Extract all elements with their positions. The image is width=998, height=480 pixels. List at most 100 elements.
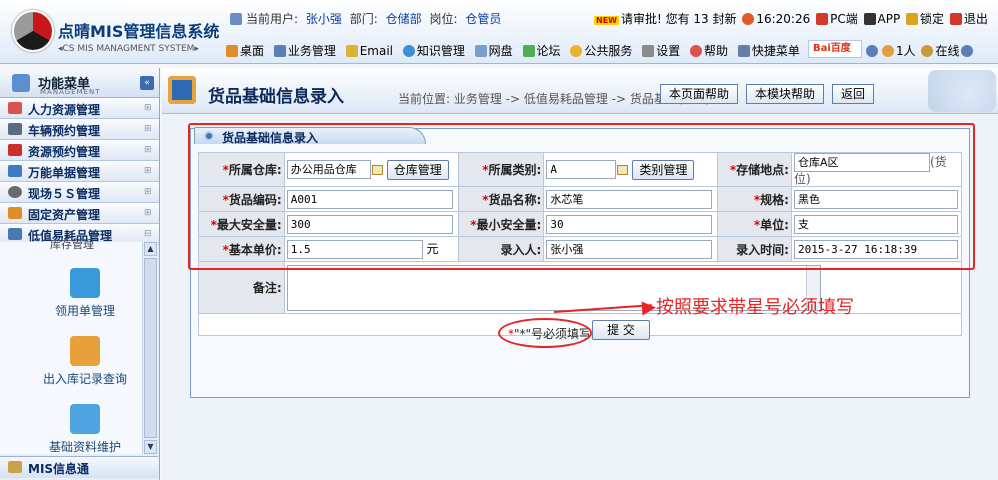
sidebar-header: 功能菜单 MANAGEMENT « <box>0 68 159 98</box>
sidebar-mis-bar[interactable]: MIS信息通 <box>0 456 158 478</box>
cubes-icon <box>70 336 100 366</box>
back-button[interactable]: 返回 <box>832 84 875 104</box>
sidebar-item-label: 固定资产管理 <box>28 208 101 222</box>
page-icon <box>168 76 196 104</box>
car-icon <box>8 123 22 135</box>
top-status-bar: NEW 请审批! 您有 13 封新 16:20:26 PC端 APP 锁定 退出 <box>594 10 988 27</box>
position-value: 仓管员 <box>465 12 502 26</box>
online-status: 1人 在线 <box>864 42 975 59</box>
collapse-sidebar-button[interactable]: « <box>140 76 154 90</box>
scroll-down-icon[interactable]: ▼ <box>144 440 157 454</box>
logo-icon <box>12 10 54 52</box>
exit-icon <box>949 13 962 25</box>
app-subtitle: ◂CS MIS MANAGMENT SYSTEM▸ <box>58 44 199 54</box>
current-user: 张小强 <box>305 12 342 26</box>
expand-icon: ⊞ <box>144 187 152 197</box>
lock-button[interactable]: 锁定 <box>920 12 944 26</box>
clock-icon <box>742 13 755 25</box>
app-link[interactable]: APP <box>878 12 901 26</box>
clock-time: 16:20:26 <box>756 12 811 26</box>
sidebar-item-fixed-assets[interactable]: 固定资产管理 ⊞ <box>0 203 159 224</box>
sidebar: 功能菜单 MANAGEMENT « 人力资源管理 ⊞ 车辆预约管理 ⊞ 资源预约… <box>0 68 160 480</box>
sidebar-item-resource[interactable]: 资源预约管理 ⊞ <box>0 140 159 161</box>
sidebar-item-documents[interactable]: 万能单据管理 ⊞ <box>0 161 159 182</box>
nav-shortcut[interactable]: 快捷菜单 <box>736 44 800 58</box>
cube-pencil-icon <box>70 404 100 434</box>
expand-icon: ⊞ <box>144 103 152 113</box>
sidebar-item-vehicle[interactable]: 车辆预约管理 ⊞ <box>0 119 159 140</box>
netdisk-icon <box>474 45 487 57</box>
search-icon[interactable] <box>866 45 878 57</box>
resource-icon <box>8 144 22 156</box>
sidebar-subpanel: 库存管理 领用单管理 出入库记录查询 基础资料维护 ▲ ▼ <box>0 238 158 455</box>
nav-business[interactable]: 业务管理 <box>272 44 336 58</box>
sidebar-item-hr[interactable]: 人力资源管理 ⊞ <box>0 98 159 119</box>
email-icon <box>345 45 358 57</box>
expand-icon: ⊞ <box>144 208 152 218</box>
user-info-bar: 当前用户: 张小强 部门: 仓储部 岗位: 仓管员 <box>228 10 505 26</box>
main-content: 货品基础信息录入 当前位置: 业务管理 -> 低值易耗品管理 -> 货品基础信息… <box>162 68 998 480</box>
tool-basic-data[interactable]: 基础资料维护 <box>20 404 150 455</box>
nav-desktop[interactable]: 桌面 <box>224 44 264 58</box>
annotation-oval <box>498 318 592 348</box>
page-title: 货品基础信息录入 <box>208 87 344 107</box>
sidebar-subtitle: MANAGEMENT <box>40 88 101 96</box>
chevron-down-icon[interactable] <box>961 45 974 57</box>
requisition-icon <box>70 268 100 298</box>
mis-icon <box>8 461 22 473</box>
nav-public-service[interactable]: 公共服务 <box>568 44 632 58</box>
page-help-button[interactable]: 本页面帮助 <box>660 84 739 104</box>
help-icon <box>690 45 703 57</box>
tool-requisition[interactable]: 领用单管理 <box>20 268 150 319</box>
nav-email[interactable]: Email <box>344 44 393 58</box>
module-help-button[interactable]: 本模块帮助 <box>746 84 825 104</box>
subpanel-scrollbar[interactable]: ▲ ▼ <box>142 242 158 454</box>
hr-icon <box>8 102 22 114</box>
sidebar-item-label: 万能单据管理 <box>28 166 101 180</box>
sidebar-item-label: 现场５Ｓ管理 <box>28 187 101 201</box>
mis-label: MIS信息通 <box>28 462 90 476</box>
sidebar-item-label: 资源预约管理 <box>28 145 101 159</box>
app-logo: 点晴MIS管理信息系统 ◂CS MIS MANAGMENT SYSTEM▸ <box>6 6 220 60</box>
tool-inout-records[interactable]: 出入库记录查询 <box>20 336 150 387</box>
sidebar-item-label: 车辆预约管理 <box>28 124 101 138</box>
submit-button[interactable]: 提 交 <box>592 320 650 340</box>
lock-icon <box>906 13 919 25</box>
position-label: 岗位: <box>429 12 458 26</box>
forum-icon <box>522 45 535 57</box>
desktop-icon <box>226 45 238 57</box>
tool-label: 出入库记录查询 <box>42 372 127 386</box>
sidebar-item-5s[interactable]: 现场５Ｓ管理 ⊞ <box>0 182 159 203</box>
business-icon <box>273 45 286 57</box>
nav-netdisk[interactable]: 网盘 <box>473 44 513 58</box>
collapse-icon: ⊟ <box>144 229 152 239</box>
sidebar-item-label: 人力资源管理 <box>28 103 101 117</box>
scroll-thumb[interactable] <box>144 258 157 438</box>
dept-value: 仓储部 <box>385 12 422 26</box>
knowledge-icon <box>402 45 415 57</box>
nav-help[interactable]: 帮助 <box>688 44 728 58</box>
nav-settings[interactable]: 设置 <box>640 44 680 58</box>
nav-knowledge[interactable]: 知识管理 <box>401 44 465 58</box>
pc-icon <box>816 13 829 25</box>
online-label[interactable]: 在线 <box>935 44 959 58</box>
dept-label: 部门: <box>349 12 378 26</box>
public-service-icon <box>570 45 583 57</box>
pc-link[interactable]: PC端 <box>830 12 858 26</box>
users-icon <box>882 45 894 57</box>
exit-button[interactable]: 退出 <box>964 12 988 26</box>
pending-approval-link[interactable]: 请审批! 您有 13 封新 <box>621 12 737 26</box>
new-badge: NEW <box>594 16 619 25</box>
expand-icon: ⊞ <box>144 166 152 176</box>
baidu-search-box[interactable]: Bai百度 <box>808 40 862 58</box>
app-header: 点晴MIS管理信息系统 ◂CS MIS MANAGMENT SYSTEM▸ 当前… <box>0 0 998 64</box>
top-nav: 桌面 业务管理 Email 知识管理 网盘 论坛 公共服务 设置 帮助 快捷菜单 <box>224 42 804 59</box>
app-title: 点晴MIS管理信息系统 <box>58 22 220 41</box>
handshake-image <box>928 70 996 112</box>
current-user-label: 当前用户: <box>246 12 299 26</box>
page-title-bar: 货品基础信息录入 当前位置: 业务管理 -> 低值易耗品管理 -> 货品基础信息… <box>162 68 998 114</box>
expand-icon: ⊞ <box>144 124 152 134</box>
nav-forum[interactable]: 论坛 <box>521 44 561 58</box>
gear-icon <box>8 186 22 198</box>
scroll-up-icon[interactable]: ▲ <box>144 242 157 256</box>
